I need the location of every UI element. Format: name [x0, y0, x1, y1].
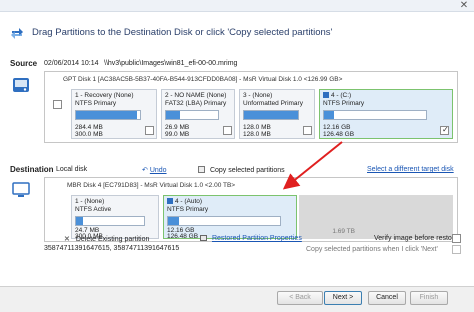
cancel-button[interactable]: Cancel: [368, 291, 406, 305]
destination-disk-icon: [12, 182, 30, 197]
delete-existing-button[interactable]: ✕ Delete Existing partition: [64, 235, 149, 243]
properties-icon: [200, 235, 207, 241]
unallocated-space[interactable]: 1.69 TB: [299, 195, 453, 239]
destination-partition-1[interactable]: 1 - (None) NTFS Active 24.7 MB 300.0 MB: [71, 195, 159, 240]
undo-icon: ↶: [142, 167, 148, 174]
usage-bar: [165, 110, 219, 120]
destination-disk-row: MBR Disk 4 [EC791D83] - MsR Virtual Disk…: [44, 177, 458, 242]
delete-x-icon: ✕: [64, 236, 70, 243]
usage-bar: [75, 216, 145, 226]
partition-checkbox[interactable]: [303, 126, 312, 135]
verify-checkbox[interactable]: [452, 234, 461, 243]
close-icon[interactable]: ✕: [457, 0, 471, 12]
source-partition-2[interactable]: 2 - NO NAME (None) FAT32 (LBA) Primary 2…: [161, 89, 235, 139]
source-date: 02/06/2014 10:14: [44, 60, 99, 67]
destination-disk-header: MBR Disk 4 [EC791D83] - MsR Virtual Disk…: [67, 182, 236, 189]
usage-bar: [323, 110, 427, 120]
page-title: Drag Partitions to the Destination Disk …: [32, 27, 333, 38]
usage-bar: [167, 216, 281, 226]
windows-logo-icon: [323, 92, 329, 98]
copy-icon: [198, 166, 205, 173]
next-button[interactable]: Next >: [324, 291, 362, 305]
source-disk-header: GPT Disk 1 [AC38AC5B-5B37-40FA-B544-913C…: [63, 76, 343, 83]
source-partition-1[interactable]: 1 - Recovery (None) NTFS Primary 284.4 M…: [71, 89, 157, 139]
restored-properties-button[interactable]: Restored Partition Properties: [200, 235, 302, 242]
source-disk-icon: [13, 78, 29, 92]
destination-partition-4[interactable]: 4 - (Auto) NTFS Primary 12.16 GB 126.48 …: [163, 195, 297, 240]
wizard-header: Drag Partitions to the Destination Disk …: [0, 12, 474, 52]
copy-on-next-label: Copy selected partitions when I click 'N…: [306, 246, 438, 253]
select-target-disk-link[interactable]: Select a different target disk: [367, 166, 454, 173]
source-disk-row: GPT Disk 1 [AC38AC5B-5B37-40FA-B544-913C…: [44, 71, 458, 143]
windows-logo-icon: [167, 198, 173, 204]
window-titlebar: ✕: [0, 0, 474, 12]
source-path: \\hv3\public\Images\win81_efi-00-00.mrim…: [104, 60, 238, 67]
partition-checkbox[interactable]: [145, 126, 154, 135]
partition-checkbox[interactable]: [223, 126, 232, 135]
copy-on-next-checkbox[interactable]: [452, 245, 461, 254]
back-button[interactable]: < Back: [277, 291, 323, 305]
source-disk-checkbox[interactable]: [53, 100, 62, 109]
source-label: Source: [10, 59, 38, 68]
destination-local: Local disk: [56, 166, 88, 173]
copy-selected-button[interactable]: Copy selected partitions: [198, 166, 285, 174]
finish-button[interactable]: Finish: [410, 291, 448, 305]
identifier-text: 35874711391647615, 35874711391647615: [44, 245, 180, 252]
partition-checkbox[interactable]: [440, 125, 449, 135]
undo-button[interactable]: ↶ Undo: [142, 166, 167, 174]
usage-bar: [243, 110, 299, 120]
verify-label: Verify image before restore: [374, 235, 459, 242]
destination-label: Destination: [10, 165, 54, 174]
restore-arrows-icon: [11, 28, 23, 39]
source-partition-4[interactable]: 4 - (C:) NTFS Primary 12.16 GB 126.48 GB: [319, 89, 453, 139]
wizard-footer: < Back Next > Cancel Finish: [0, 286, 474, 312]
usage-bar: [75, 110, 141, 120]
source-partition-3[interactable]: 3 - (None) Unformatted Primary 128.0 MB …: [239, 89, 315, 139]
